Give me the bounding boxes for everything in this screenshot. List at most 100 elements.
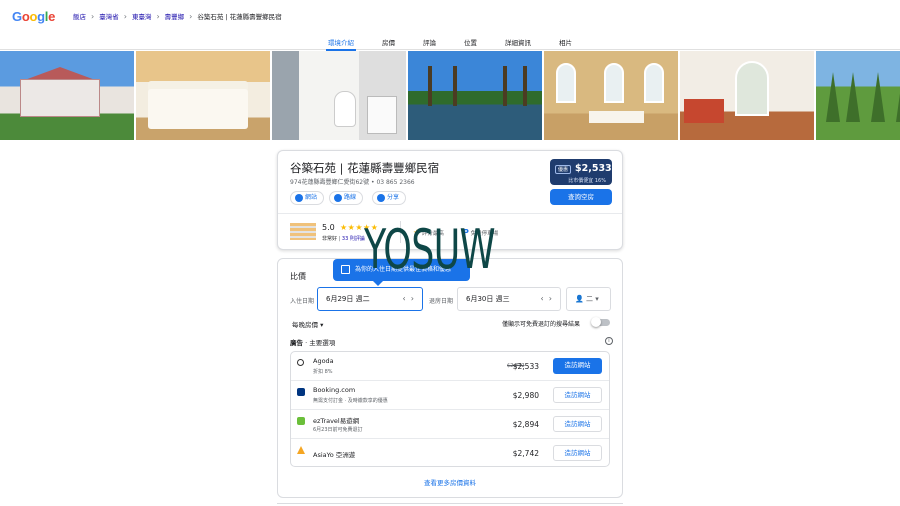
tab-location[interactable]: 位置 [464,32,477,50]
check-availability-button[interactable]: 查詢空房 [550,189,612,205]
price-comparison-card: 比價 為你的入住日期提供最佳價格和優惠 入住日期 6月29日 週二 ‹ › 退房… [277,258,623,498]
photo-bathroom[interactable] [272,51,406,140]
photo-exterior[interactable] [0,51,134,140]
breadcrumb-hotels[interactable]: 飯店 [73,11,86,21]
checkin-date-field[interactable]: 6月29日 週二 ‹ › [317,287,423,311]
best-price-box[interactable]: 優惠 $2,533 比市價便宜 16% [550,159,612,185]
rating-score: 5.0 [322,223,335,232]
list-item: AsiaYo 亞洲遊 $2,742 造訪網站 [291,439,609,468]
offer-price: $2,980 [512,391,539,400]
chevron-down-icon: ▾ [320,321,324,329]
list-item: Agoda 折扣 8% $2,742 $2,533 造訪網站 [291,352,609,381]
photo-pine-trees[interactable] [816,51,900,140]
offer-price: $2,742 [512,449,539,458]
divider [277,503,623,504]
visit-site-button[interactable]: 造訪網站 [553,416,602,432]
directions-button[interactable]: 路線 [329,191,364,205]
nightly-price-dropdown[interactable]: 每晚房價 ▾ [292,319,323,329]
provider-name: AsiaYo 亞洲遊 [313,451,356,459]
hotel-name: 谷築石苑 | 花蓮縣壽豐鄉民宿 [290,161,440,175]
provider-name: Booking.com [313,386,356,394]
offers-list: Agoda 折扣 8% $2,742 $2,533 造訪網站 Booking.c… [290,351,610,467]
checkout-label: 退房日期 [429,298,454,305]
provider-note: 折扣 8% [313,369,333,375]
website-button[interactable]: 網站 [290,191,325,205]
chevron-right-icon: › [156,11,160,21]
nightly-label: 每晚房價 [292,321,318,329]
share-button[interactable]: 分享 [372,191,407,205]
reviews-link[interactable]: 33 則評論 [342,236,365,242]
checkin-label: 入住日期 [290,298,315,305]
list-item: Booking.com 無需支付訂金 · 及時繳款享的優惠 $2,980 造訪網… [291,381,609,410]
offer-price: $2,894 [512,420,539,429]
free-cancel-label: 僅顯示可免費退訂的搜尋結果 [502,321,581,328]
logo-letter: g [37,8,45,24]
provider-note: 無需支付訂金 · 及時繳款享的優惠 [313,398,388,404]
share-label: 分享 [387,194,400,201]
breadcrumb-current: 谷築石苑 | 花蓮縣壽豐鄉民宿 [197,13,282,21]
breadcrumb-shoufeng[interactable]: 壽豐鄉 [165,11,185,21]
photo-garden-pond[interactable] [408,51,542,140]
agoda-logo-icon [297,359,304,366]
photo-strip [0,51,900,140]
visit-site-button[interactable]: 造訪網站 [553,445,602,461]
breadcrumb-east-taiwan[interactable]: 東臺灣 [132,11,152,21]
tab-reviews[interactable]: 評論 [423,32,436,50]
booking-logo-icon [297,388,305,396]
photo-dining-room[interactable] [544,51,678,140]
directions-label: 路線 [344,194,357,201]
logo-letter: o [29,8,38,24]
photo-living-room[interactable] [680,51,814,140]
rating-bars-icon [290,223,316,240]
breadcrumb: 飯店 › 臺灣省 › 東臺灣 › 壽豐鄉 › 谷築石苑 | 花蓮縣壽豐鄉民宿 [73,11,282,22]
provider-name: ezTravel易遊網 [313,417,360,425]
globe-icon [295,194,303,202]
info-icon[interactable]: i [605,337,613,345]
breadcrumb-taiwan-province[interactable]: 臺灣省 [99,11,119,21]
photo-bedroom[interactable] [136,51,270,140]
visit-site-button[interactable]: 造訪網站 [553,387,602,403]
top-bar: Google 飯店 › 臺灣省 › 東臺灣 › 壽豐鄉 › 谷築石苑 | 花蓮縣… [0,0,900,32]
offer-price: $2,533 [512,362,539,371]
date-arrows-icon[interactable]: ‹ › [403,288,414,310]
directions-icon [334,194,342,202]
visit-site-button[interactable]: 造訪網站 [553,358,602,374]
list-item: ezTravel易遊網 6月23日前可免費退訂 $2,894 造訪網站 [291,410,609,439]
chevron-right-icon: › [189,11,193,21]
asiayo-logo-icon [297,446,305,454]
ads-label: 廣告 [290,339,303,347]
date-arrows-icon[interactable]: ‹ › [541,288,552,310]
watermark-text: YOSUW [364,218,496,281]
chevron-down-icon: ▾ [595,295,599,303]
tab-prices[interactable]: 房價 [382,32,395,50]
google-logo[interactable]: Google [12,9,55,24]
rating-word: 非常好 [322,236,338,242]
price-note: 比市價便宜 16% [568,178,606,184]
free-cancel-toggle[interactable] [591,317,610,327]
calendar-icon [341,265,350,274]
tab-overview[interactable]: 環境介紹 [326,32,356,51]
logo-letter: e [48,8,56,24]
provider-note: 6月23日前可免費退訂 [313,427,363,433]
checkout-date-field[interactable]: 6月30日 週三 ‹ › [457,287,561,311]
section-title: 比價 [290,272,306,281]
chevron-right-icon: › [91,11,95,21]
tab-details[interactable]: 詳細資訊 [505,32,531,50]
ads-title: 主要選項 [309,339,336,347]
provider-name: Agoda [313,357,334,365]
guests-selector[interactable]: 👤 二 ▾ [566,287,611,311]
share-icon [377,194,385,202]
checkin-value: 6月29日 週二 [326,295,370,303]
guests-value: 二 [585,295,593,303]
eztravel-logo-icon [297,417,305,425]
website-label: 網站 [305,194,318,201]
tab-photos[interactable]: 相片 [559,32,572,50]
logo-letter: G [12,8,22,24]
hotel-address: 974花蓮縣壽豐鄉仁愛街62號 • 03 865 2366 [290,179,415,186]
section-tabs: 環境介紹 房價 評論 位置 詳細資訊 相片 [0,32,900,51]
divider [278,213,622,214]
chevron-right-icon: › [123,11,127,21]
more-prices-link[interactable]: 查看更多房價資料 [278,477,622,487]
deal-badge: 優惠 [555,165,572,174]
person-icon: 👤 [575,295,584,303]
